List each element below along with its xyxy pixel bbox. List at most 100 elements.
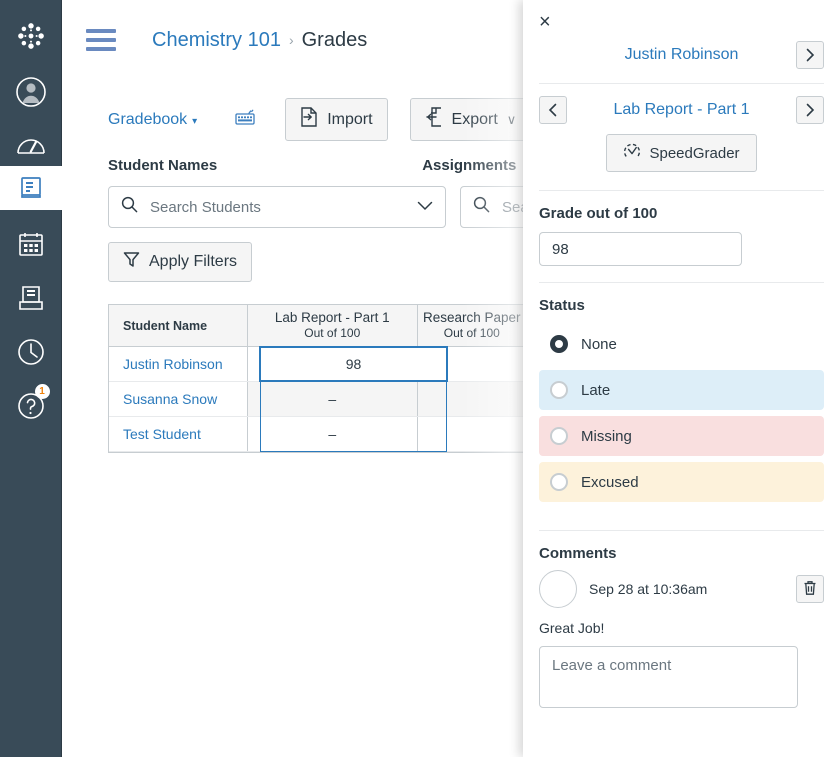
sidebar-item-dashboard[interactable] — [0, 126, 62, 166]
comment-timestamp: Sep 28 at 10:36am — [589, 581, 708, 597]
global-navigation: 1 — [0, 0, 62, 757]
table-row[interactable]: Susanna Snow – — [109, 382, 528, 417]
canvas-logo-icon[interactable] — [0, 14, 62, 58]
history-icon — [17, 338, 45, 366]
grade-section: Grade out of 100 — [523, 191, 840, 266]
search-input-students[interactable]: Search Students — [108, 186, 446, 228]
radio-icon[interactable] — [550, 473, 568, 491]
student-names-heading: Student Names — [108, 157, 218, 174]
export-icon — [425, 107, 443, 132]
sidebar-item-help[interactable]: 1 — [0, 384, 62, 426]
status-option-excused[interactable]: Excused — [539, 462, 824, 502]
apply-filters-label: Apply Filters — [149, 253, 238, 270]
student-name-link[interactable]: Susanna Snow — [109, 382, 248, 416]
canvas-gradebook-page: 1 Chemistry 101 › Grades Gradebook ▾ Imp… — [0, 0, 840, 757]
chevron-down-icon: ▾ — [192, 115, 198, 127]
comments-section: Comments Sep 28 at 10:36am Great Job! — [523, 531, 840, 713]
status-option-none[interactable]: None — [539, 324, 824, 364]
breadcrumb-separator-icon: › — [288, 32, 294, 48]
column-header-assignment-1[interactable]: Lab Report - Part 1 Out of 100 — [248, 305, 418, 346]
status-label: Status — [539, 297, 585, 314]
apply-filters-button[interactable]: Apply Filters — [108, 242, 253, 282]
grade-cell-assignment-2[interactable] — [418, 417, 528, 451]
speedgrader-button[interactable]: SpeedGrader — [606, 134, 757, 172]
inbox-icon — [17, 284, 45, 312]
filter-icon — [123, 251, 140, 273]
radio-icon[interactable] — [550, 427, 568, 445]
comment-item: Sep 28 at 10:36am — [539, 570, 824, 608]
gradebook-header-row: Student Name Lab Report - Part 1 Out of … — [109, 305, 528, 347]
account-icon — [15, 76, 47, 108]
delete-comment-button[interactable] — [796, 575, 824, 603]
status-option-missing[interactable]: Missing — [539, 416, 824, 456]
avatar — [539, 570, 577, 608]
breadcrumb-course-link[interactable]: Chemistry 101 — [152, 29, 281, 52]
search-icon — [473, 196, 490, 218]
grade-input[interactable] — [539, 232, 742, 266]
grade-cell-assignment-2[interactable] — [417, 382, 528, 416]
assignment-1-points: Out of 100 — [304, 326, 361, 341]
comment-body: Great Job! — [539, 620, 605, 636]
sidebar-item-history[interactable] — [0, 332, 62, 372]
student-name-link[interactable]: Justin Robinson — [109, 347, 248, 381]
calendar-icon — [17, 230, 45, 258]
status-option-label: None — [581, 335, 617, 353]
column-header-assignment-2[interactable]: Research Paper Out of 100 — [418, 305, 528, 346]
gradebook-menu-label: Gradebook — [108, 110, 188, 128]
radio-icon[interactable] — [550, 381, 568, 399]
table-row[interactable]: Test Student – — [109, 417, 528, 452]
tray-student-name[interactable]: Justin Robinson — [567, 46, 796, 64]
sidebar-item-inbox[interactable] — [0, 278, 62, 318]
export-label: Export — [451, 110, 498, 128]
column-header-student-name[interactable]: Student Name — [109, 305, 248, 346]
sidebar-item-calendar[interactable] — [0, 224, 62, 264]
student-prev-spacer — [539, 41, 567, 69]
dashboard-icon — [16, 133, 46, 159]
courses-icon — [17, 174, 45, 202]
active-cell-value[interactable]: 98 — [259, 346, 448, 382]
status-section: Status — [523, 283, 840, 324]
status-option-late[interactable]: Late — [539, 370, 824, 410]
grade-detail-tray: × Justin Robinson Lab Report - Part 1 Sp… — [523, 0, 840, 757]
tray-close-row: × — [523, 0, 840, 33]
export-button[interactable]: Export ∨ — [409, 98, 532, 141]
new-comment-textarea[interactable] — [539, 646, 798, 708]
import-label: Import — [327, 110, 373, 128]
page-title: Grades — [301, 28, 368, 51]
help-notification-badge: 1 — [34, 384, 50, 399]
student-name-link[interactable]: Test Student — [109, 417, 248, 451]
radio-icon[interactable] — [550, 335, 568, 353]
status-option-label: Late — [581, 381, 611, 399]
keyboard-icon[interactable] — [235, 108, 255, 131]
hamburger-icon[interactable] — [86, 29, 116, 51]
gradebook-grid: Student Name Lab Report - Part 1 Out of … — [108, 304, 528, 453]
search-students-placeholder: Search Students — [150, 198, 261, 216]
gradebook-menu-button[interactable]: Gradebook ▾ — [108, 111, 197, 129]
breadcrumb: Chemistry 101 › Grades — [152, 29, 367, 52]
import-button[interactable]: Import — [285, 98, 388, 141]
speedgrader-row: SpeedGrader — [523, 128, 840, 184]
grade-cell-assignment-1[interactable]: – — [248, 417, 418, 451]
assignment-navigation: Lab Report - Part 1 — [523, 84, 840, 128]
chevron-down-icon: ∨ — [506, 111, 517, 127]
status-option-label: Excused — [581, 473, 639, 491]
import-icon — [300, 107, 318, 132]
assignments-heading: Assignments — [422, 157, 517, 174]
sidebar-item-account[interactable] — [0, 72, 62, 112]
student-navigation: Justin Robinson — [523, 33, 840, 77]
trash-icon — [803, 580, 817, 599]
tray-assignment-name[interactable]: Lab Report - Part 1 — [567, 101, 796, 119]
speedgrader-icon — [623, 142, 641, 164]
assignment-2-points: Out of 100 — [443, 326, 500, 341]
next-student-button[interactable] — [796, 41, 824, 69]
grade-label: Grade out of 100 — [539, 205, 658, 222]
sidebar-item-courses[interactable] — [0, 166, 62, 210]
next-assignment-button[interactable] — [796, 96, 824, 124]
speedgrader-label: SpeedGrader — [649, 144, 740, 162]
previous-assignment-button[interactable] — [539, 96, 567, 124]
grade-cell-assignment-1[interactable]: – — [247, 382, 418, 416]
close-icon[interactable]: × — [539, 12, 551, 32]
chevron-down-icon[interactable] — [417, 198, 433, 216]
assignment-2-title: Research Paper — [423, 309, 521, 325]
search-icon — [121, 196, 138, 218]
